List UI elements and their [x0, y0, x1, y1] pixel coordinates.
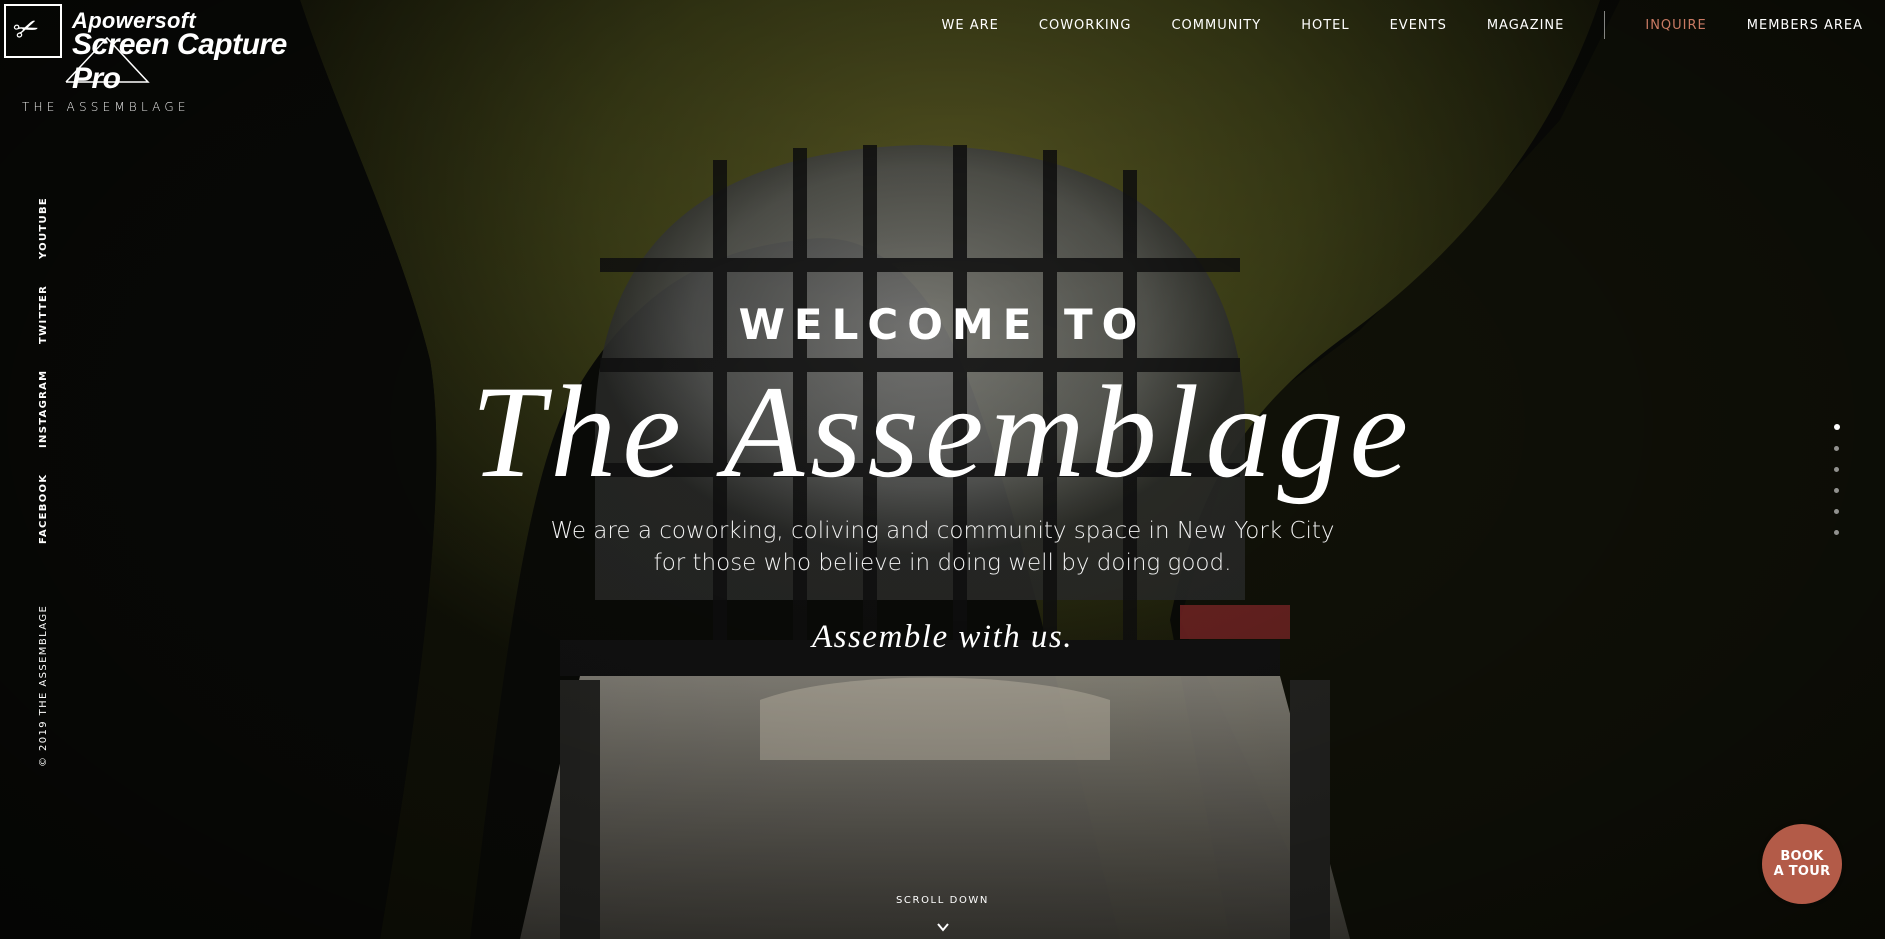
section-pager [1833, 424, 1842, 551]
nav-item-coworking[interactable]: COWORKING [1019, 18, 1152, 33]
book-a-tour-label-2: A TOUR [1773, 864, 1831, 879]
hero-tagline-line-2: for those who believe in doing well by d… [653, 550, 1232, 576]
pager-dot[interactable] [1834, 509, 1839, 514]
book-a-tour-label-1: BOOK [1780, 849, 1824, 864]
book-a-tour-button[interactable]: BOOK A TOUR [1762, 824, 1842, 904]
social-link-youtube[interactable]: YOUTUBE [38, 197, 49, 259]
nav-item-inquire[interactable]: INQUIRE [1625, 18, 1726, 33]
pager-dot[interactable] [1834, 446, 1839, 451]
pager-dot[interactable] [1834, 530, 1839, 535]
site-logo[interactable]: THE ASSEMBLAGE [22, 100, 190, 114]
nav-item-events[interactable]: EVENTS [1370, 18, 1467, 33]
pager-dot[interactable] [1834, 488, 1839, 493]
main-nav: WE ARE COWORKING COMMUNITY HOTEL EVENTS … [922, 0, 1885, 50]
chevron-down-icon[interactable] [936, 920, 950, 934]
scissors-icon: ✂ [4, 4, 62, 58]
hero-tagline-line-1: We are a coworking, coliving and communi… [550, 518, 1335, 544]
nav-item-community[interactable]: COMMUNITY [1151, 18, 1281, 33]
hero-cta-text: Assemble with us. [811, 619, 1074, 655]
nav-item-hotel[interactable]: HOTEL [1281, 18, 1369, 33]
hero-brand-title: The Assemblage [470, 358, 1415, 505]
pager-dot[interactable] [1834, 467, 1839, 472]
nav-item-members-area[interactable]: MEMBERS AREA [1727, 18, 1885, 33]
nav-item-we-are[interactable]: WE ARE [922, 18, 1019, 33]
pager-dot[interactable] [1833, 424, 1840, 430]
scroll-down-label[interactable]: SCROLL DOWN [0, 895, 1885, 906]
watermark-subtitle: Screen Capture Pro [72, 28, 287, 95]
hero-tagline: We are a coworking, coliving and communi… [0, 515, 1885, 579]
nav-divider [1604, 11, 1606, 39]
screen-capture-watermark: ✂ Apowersoft Screen Capture Pro [4, 4, 334, 95]
hero-welcome-heading: WELCOME TO [738, 300, 1147, 349]
nav-item-magazine[interactable]: MAGAZINE [1467, 18, 1585, 33]
